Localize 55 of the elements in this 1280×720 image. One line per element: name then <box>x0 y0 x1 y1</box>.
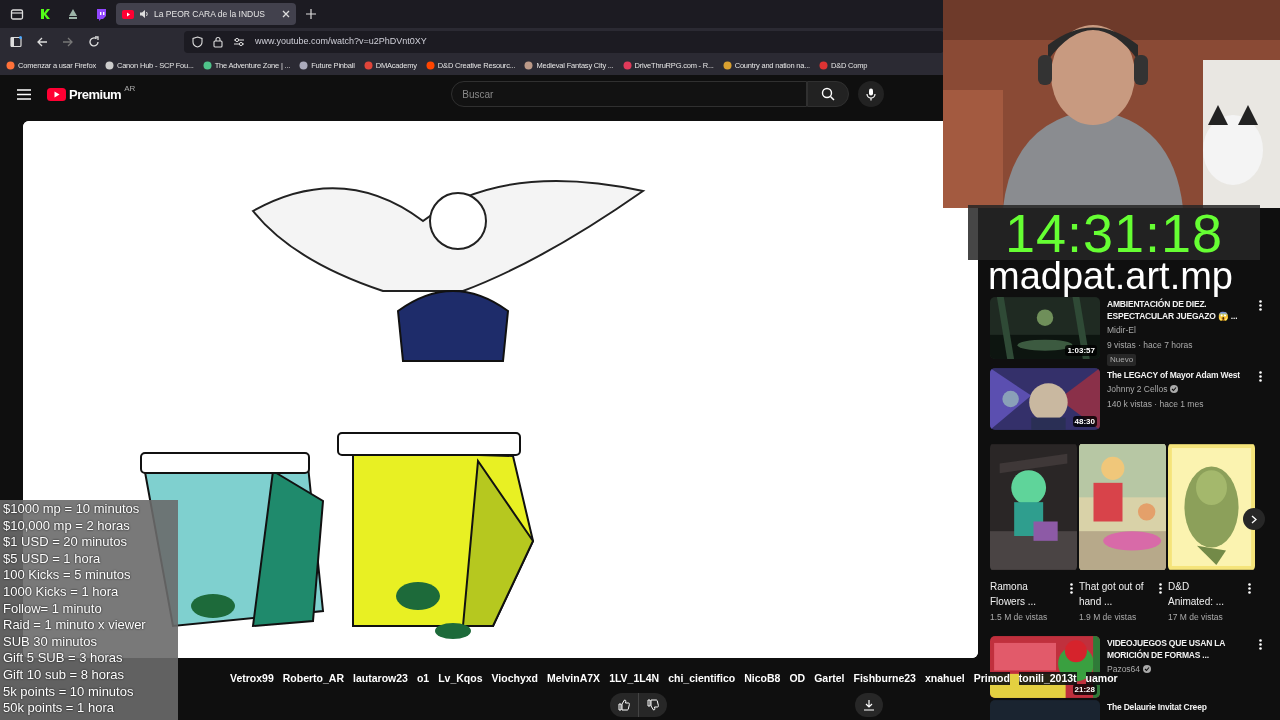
rate-line: 5k points = 10 minutos <box>3 683 135 701</box>
viewer-name: Lv_Kqos <box>438 672 483 685</box>
short-title[interactable]: Ramona Flowers ... <box>990 579 1056 609</box>
channel-name[interactable]: Johnny 2 Cellos <box>1107 383 1168 396</box>
duration-label: 21:28 <box>1072 684 1097 695</box>
view-count: 17 M de vistas <box>1168 611 1224 624</box>
viewer-name: Roberto_AR <box>282 672 345 685</box>
viewer-name: Vetrox99 <box>230 672 274 685</box>
video-meta: 140 k vistas · hace 1 mes <box>1107 397 1205 411</box>
viewer-name: chi_cientifico <box>668 672 736 685</box>
view-count: 1.5 M de vistas <box>990 611 1049 624</box>
duration-label: 48:30 <box>1072 416 1097 427</box>
viewer-name: uamor <box>1085 672 1118 685</box>
address-bar[interactable]: www.youtube.com/watch?v=u2PhDVnt0XY <box>184 31 944 53</box>
url-text: www.youtube.com/watch?v=u2PhDVnt0XY <box>255 35 427 49</box>
viewer-name: Viochyxd <box>491 672 538 685</box>
search-field[interactable]: Buscar <box>451 81 808 107</box>
rate-line: 1000 Kicks = 1 hora <box>3 583 120 601</box>
rate-line: 100 Kicks = 5 minutos <box>3 567 132 584</box>
viewer-name: OD <box>789 672 806 685</box>
viewer-name: tonili_2013t <box>1018 672 1077 685</box>
viewer-name: Fishburne23 <box>853 672 916 685</box>
rate-line: $1000 mp = 10 minutos <box>3 501 141 518</box>
rate-line: Gift 10 sub = 8 horas <box>3 666 126 684</box>
channel-name[interactable]: Midir-El <box>1107 324 1136 337</box>
browser-tab[interactable]: La PEOR CARA de la INDUS <box>116 3 296 25</box>
viewer-name: Gartel <box>814 672 845 685</box>
video-title[interactable]: The LEGACY of Mayor Adam West <box>1107 369 1252 381</box>
view-count: 1.9 M de vistas <box>1079 611 1138 624</box>
new-badge: Nuevo <box>1107 353 1137 366</box>
duration-label: 1:03:57 <box>1065 345 1097 356</box>
tab-title: La PEOR CARA de la INDUS <box>154 7 266 21</box>
viewer-name: o1 <box>416 672 430 685</box>
viewer-name: MelvinA7X <box>547 672 601 685</box>
viewer-name: lautarow23 <box>353 672 408 685</box>
rate-line: Follow= 1 minuto <box>3 600 103 618</box>
video-title[interactable]: AMBIENTACIÓN DE DIEZ. ESPECTACULAR JUEGAZO 😱 ... <box>1107 298 1252 322</box>
short-title[interactable]: D&D Animated: ... <box>1168 579 1234 609</box>
rate-line: Raid = 1 minuto x viewer <box>3 617 147 634</box>
viewer-name: NicoB8 <box>744 672 781 685</box>
viewer-name: Primod <box>973 672 1010 685</box>
rate-line: $5 USD = 1 hora <box>3 550 102 568</box>
rate-line: $10,000 mp = 2 horas <box>3 517 131 535</box>
viewer-name: 1LV_1L4N <box>609 672 660 685</box>
viewer-name: xnahuel <box>924 672 965 685</box>
video-meta: 9 vistas · hace 7 horas <box>1107 338 1194 352</box>
rate-line: $1 USD = 20 minutos <box>3 534 128 551</box>
short-title[interactable]: That got out of hand ... <box>1079 579 1145 609</box>
video-title[interactable]: VIDEOJUEGOS QUE USAN LA MORICIÓN DE FORMAS ... <box>1107 637 1252 661</box>
countdown-timer: 14:31:18 <box>1004 205 1224 260</box>
rate-line: Gift 5 SUB = 3 horas <box>3 650 124 667</box>
rate-line: SUB 30 minutos <box>3 633 98 651</box>
rate-line: 50k points = 1 hora <box>3 700 115 717</box>
youtube-logo[interactable]: Premium AR <box>47 85 136 103</box>
video-title[interactable]: The Delaurie Invitat Creep <box>1107 701 1264 713</box>
